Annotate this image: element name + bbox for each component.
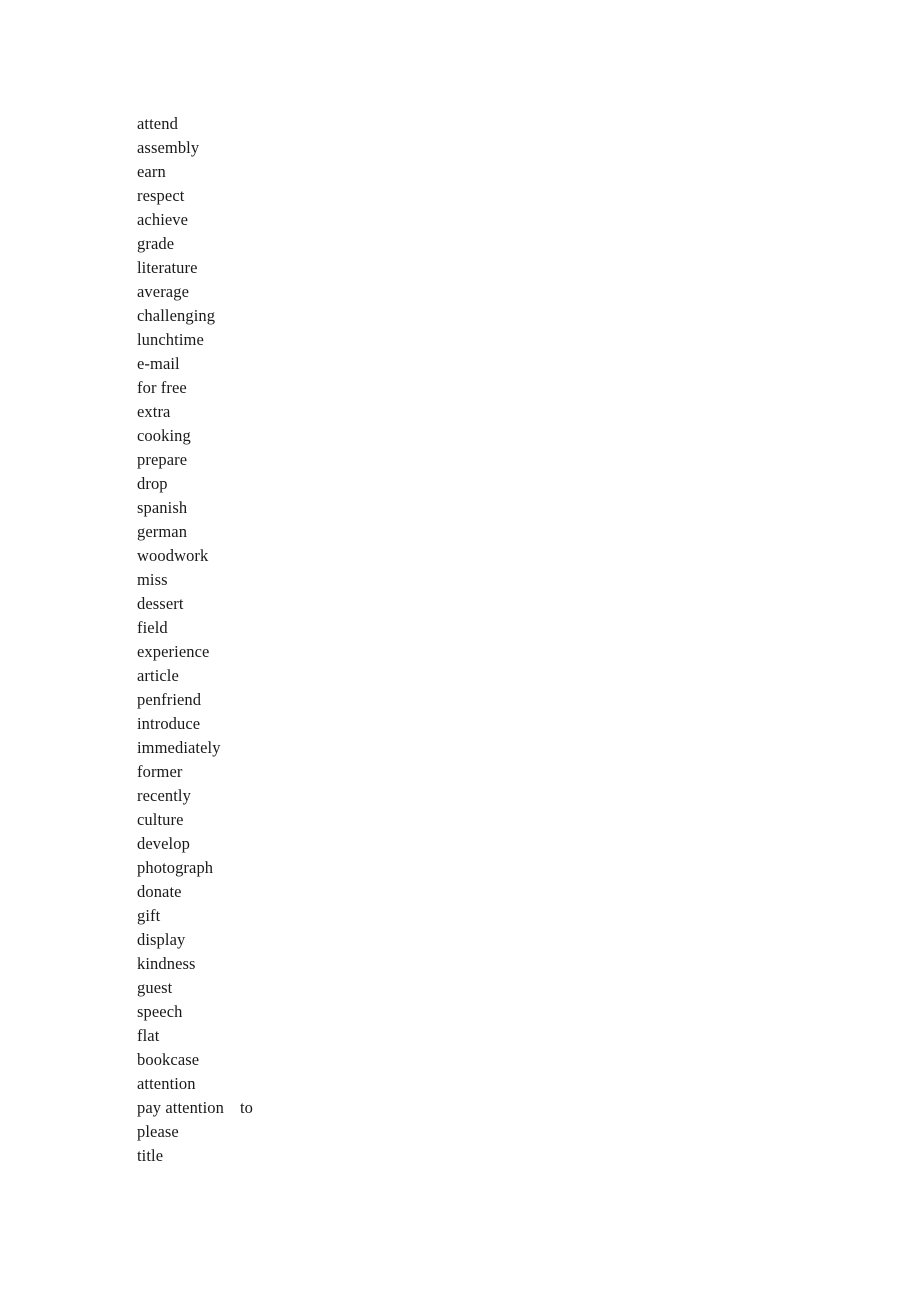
vocabulary-term: experience — [137, 642, 210, 661]
vocabulary-term: woodwork — [137, 546, 209, 565]
vocabulary-term: e-mail — [137, 354, 180, 373]
vocabulary-term: miss — [137, 570, 168, 589]
word-list-item: donate — [137, 880, 757, 904]
vocabulary-term: average — [137, 282, 189, 301]
vocabulary-term: field — [137, 618, 168, 637]
vocabulary-term: attend — [137, 114, 178, 133]
vocabulary-term: cooking — [137, 426, 191, 445]
word-list-item: average — [137, 280, 757, 304]
word-list-item: woodwork — [137, 544, 757, 568]
vocabulary-term: introduce — [137, 714, 201, 733]
vocabulary-term: for free — [137, 378, 187, 397]
word-list-item: experience — [137, 640, 757, 664]
vocabulary-term: prepare — [137, 450, 188, 469]
word-list-item: speech — [137, 1000, 757, 1024]
word-list-item: bookcase — [137, 1048, 757, 1072]
vocabulary-term: german — [137, 522, 188, 541]
word-list-item: spanish — [137, 496, 757, 520]
word-list-item: german — [137, 520, 757, 544]
word-list-item: attention — [137, 1072, 757, 1096]
word-list-item: penfriend — [137, 688, 757, 712]
vocabulary-term: recently — [137, 786, 191, 805]
word-list-item: develop — [137, 832, 757, 856]
vocabulary-term: develop — [137, 834, 190, 853]
word-list-item: respect — [137, 184, 757, 208]
word-list-item: for free — [137, 376, 757, 400]
word-list-item: cooking — [137, 424, 757, 448]
vocabulary-term: article — [137, 666, 179, 685]
vocabulary-term: bookcase — [137, 1050, 200, 1069]
word-list-item: earn — [137, 160, 757, 184]
word-list-item: please — [137, 1120, 757, 1144]
vocabulary-term: drop — [137, 474, 168, 493]
word-list-item: kindness — [137, 952, 757, 976]
vocabulary-term: earn — [137, 162, 166, 181]
word-list-item: prepare — [137, 448, 757, 472]
vocabulary-term: display — [137, 930, 186, 949]
word-list-item: extra — [137, 400, 757, 424]
vocabulary-term: dessert — [137, 594, 184, 613]
word-list-item: recently — [137, 784, 757, 808]
word-list-item: immediately — [137, 736, 757, 760]
vocabulary-term: flat — [137, 1026, 160, 1045]
word-list-item: pay attention to — [137, 1096, 757, 1120]
vocabulary-particle: to — [239, 1098, 254, 1117]
document-page: attend assembly earn respect achieve grade lit… — [0, 0, 920, 1302]
vocabulary-term: lunchtime — [137, 330, 204, 349]
vocabulary-term: former — [137, 762, 183, 781]
word-list-item: challenging — [137, 304, 757, 328]
word-list-item: miss — [137, 568, 757, 592]
vocabulary-term: assembly — [137, 138, 200, 157]
vocabulary-term: kindness — [137, 954, 196, 973]
word-list-item: photograph — [137, 856, 757, 880]
word-list-item: literature — [137, 256, 757, 280]
vocabulary-term: guest — [137, 978, 173, 997]
word-list-item: flat — [137, 1024, 757, 1048]
word-list-item: former — [137, 760, 757, 784]
word-list-item: culture — [137, 808, 757, 832]
word-list-item: drop — [137, 472, 757, 496]
vocabulary-term: literature — [137, 258, 198, 277]
vocabulary-term: please — [137, 1122, 179, 1141]
vocabulary-term: respect — [137, 186, 185, 205]
vocabulary-term: pay attention — [137, 1098, 224, 1117]
vocabulary-term: title — [137, 1146, 164, 1165]
word-list-item: lunchtime — [137, 328, 757, 352]
word-list-item: e-mail — [137, 352, 757, 376]
word-list-item: introduce — [137, 712, 757, 736]
vocabulary-term: extra — [137, 402, 171, 421]
word-list-item: guest — [137, 976, 757, 1000]
vocabulary-word-list: attend assembly earn respect achieve grade lit… — [137, 112, 757, 1168]
vocabulary-term: spanish — [137, 498, 188, 517]
word-list-item: achieve — [137, 208, 757, 232]
word-list-item: title — [137, 1144, 757, 1168]
word-list-item: gift — [137, 904, 757, 928]
vocabulary-term: grade — [137, 234, 175, 253]
vocabulary-term: photograph — [137, 858, 214, 877]
vocabulary-term: challenging — [137, 306, 216, 325]
vocabulary-term: achieve — [137, 210, 189, 229]
vocabulary-term: penfriend — [137, 690, 202, 709]
vocabulary-term: immediately — [137, 738, 221, 757]
vocabulary-term: donate — [137, 882, 182, 901]
word-list-item: field — [137, 616, 757, 640]
vocabulary-term: attention — [137, 1074, 196, 1093]
word-list-item: grade — [137, 232, 757, 256]
word-list-item: assembly — [137, 136, 757, 160]
vocabulary-term: gift — [137, 906, 161, 925]
vocabulary-term: culture — [137, 810, 184, 829]
word-list-item: article — [137, 664, 757, 688]
word-list-item: attend — [137, 112, 757, 136]
word-list-item: display — [137, 928, 757, 952]
vocabulary-term: speech — [137, 1002, 183, 1021]
word-list-item: dessert — [137, 592, 757, 616]
